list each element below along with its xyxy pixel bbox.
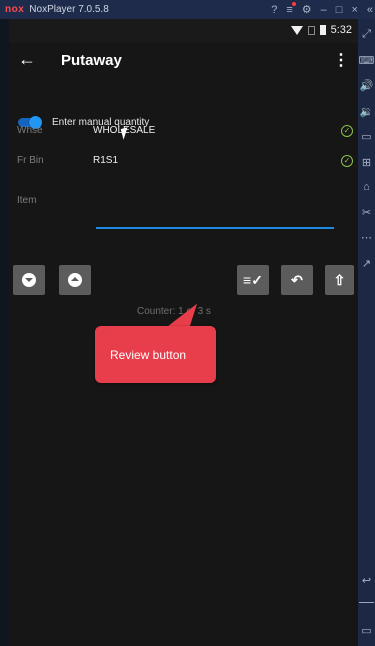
minimize-icon[interactable]: – [321,4,327,16]
recent-apps-icon[interactable]: ▭ [358,624,375,637]
back-arrow-icon[interactable]: ← [18,49,36,70]
volume-down-icon[interactable]: 🔉 [358,105,375,118]
scissors-icon[interactable]: ✂ [358,206,375,219]
whse-label: Whse [17,125,43,136]
home-nav-icon[interactable] [359,602,374,603]
collapse-sidebar-icon[interactable]: « [367,4,373,16]
screen-icon[interactable]: ▭ [358,130,375,143]
back-nav-icon[interactable]: ↩ [358,574,375,587]
window-controls: ? ≡ ⚙ – □ × « [271,0,373,19]
status-icons: 5:32 [290,24,352,36]
volume-up-icon[interactable]: 🔊 [358,79,375,92]
callout-text: Review button [110,347,187,362]
window-title: NoxPlayer 7.0.5.8 [29,4,109,15]
status-time: 5:32 [330,24,352,36]
notification-dot [291,1,296,6]
chevron-down-icon [22,273,36,287]
fr-bin-valid-check-icon: ✓ [341,155,353,167]
fr-bin-value[interactable]: R1S1 [93,155,118,166]
help-icon[interactable]: ? [271,4,277,16]
upload-icon: ⇧ [333,271,346,288]
more-dots-icon[interactable]: ⋯ [358,231,375,244]
next-down-button[interactable] [13,265,45,295]
close-icon[interactable]: × [351,4,357,16]
review-button[interactable]: ≡✓ [237,265,269,295]
add-apk-icon[interactable]: ⊞ [358,156,375,169]
whse-value[interactable]: WHOLESALE [93,125,155,136]
undo-icon: ↶ [291,271,303,288]
toolbox-icon[interactable]: ⌂ [358,181,375,193]
undo-button[interactable]: ↶ [281,265,313,295]
menu-icon[interactable]: ≡ [286,1,296,16]
fr-bin-label: Fr Bin [17,155,44,166]
previous-up-button[interactable] [59,265,91,295]
keyboard-icon[interactable]: ⌨ [358,54,375,67]
more-vert-icon[interactable]: ⋮ [333,50,349,70]
item-label: Item [17,195,37,206]
emulator-side-toolbar: ⤢ ⌨ 🔊 🔉 ▭ ⊞ ⌂ ✂ ⋯ ↗ ↩ ▭ [358,19,375,646]
status-bar: 5:32 [9,19,358,43]
sim-icon [307,25,315,35]
battery-icon [319,25,326,35]
item-input[interactable] [96,227,334,229]
nox-logo: nox [5,4,25,15]
fullscreen-icon[interactable]: ⤢ [358,28,375,41]
chevron-up-icon [68,273,82,287]
emulator-title-bar: nox NoxPlayer 7.0.5.8 ? ≡ ⚙ – □ × « [0,0,375,19]
page-title: Putaway [61,52,122,69]
upload-button[interactable]: ⇧ [325,265,354,295]
playlist-check-icon: ≡✓ [243,271,263,288]
app-bar: ← Putaway ⋮ [9,43,358,79]
maximize-icon[interactable]: □ [336,4,343,16]
review-button-callout: Review button [95,326,216,383]
wifi-icon [290,25,303,35]
whse-valid-check-icon: ✓ [341,125,353,137]
settings-icon[interactable]: ⚙ [302,3,312,16]
external-link-icon[interactable]: ↗ [358,257,375,270]
